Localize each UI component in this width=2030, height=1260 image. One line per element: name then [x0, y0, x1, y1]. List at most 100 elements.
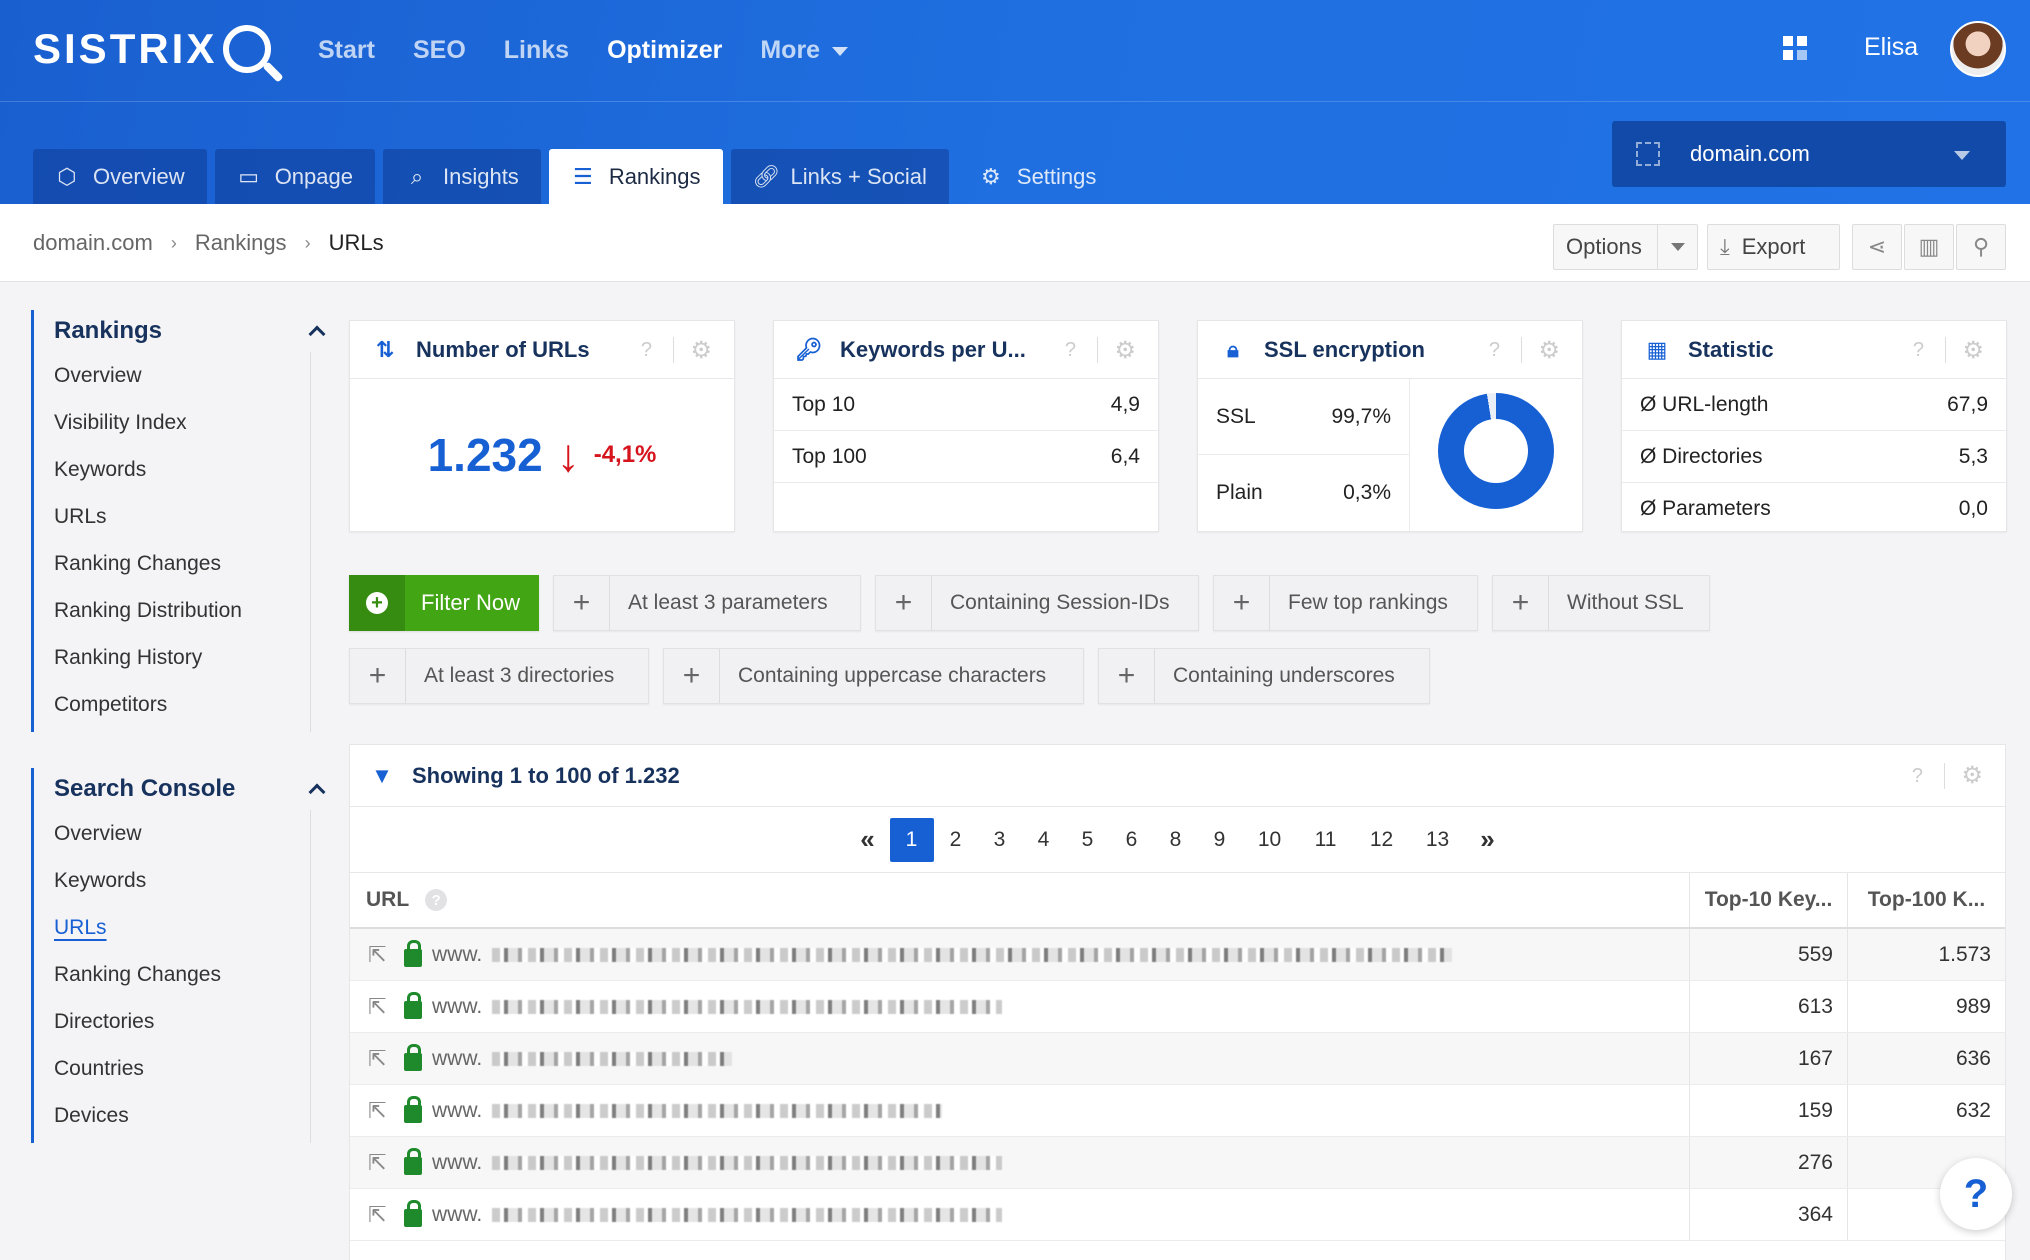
sidebar-item-ranking-changes[interactable]: Ranking Changes — [54, 540, 310, 587]
project-select[interactable]: domain.com — [1612, 121, 2006, 187]
external-link-icon[interactable]: ⇱ — [368, 1098, 394, 1124]
sidebar-item-sc-countries[interactable]: Countries — [54, 1045, 310, 1092]
page-button[interactable]: 8 — [1154, 818, 1198, 862]
sidebar-item-keywords[interactable]: Keywords — [54, 446, 310, 493]
share-icon: ⋖ — [1867, 234, 1887, 259]
page-button[interactable]: 6 — [1110, 818, 1154, 862]
help-icon[interactable]: ? — [1913, 339, 1924, 362]
external-link-icon[interactable]: ⇱ — [368, 994, 394, 1020]
filter-chip[interactable]: + At least 3 directories — [349, 648, 649, 704]
tab-settings[interactable]: ⚙ Settings — [957, 149, 1119, 204]
help-icon[interactable]: ? — [425, 889, 448, 911]
url-text[interactable]: www. — [432, 1203, 482, 1227]
tab-onpage[interactable]: ▭ Onpage — [214, 149, 375, 204]
sidebar-section-header[interactable]: Search Console — [54, 768, 331, 810]
help-button[interactable]: ? — [1940, 1158, 2012, 1230]
sidebar-item-ranking-history[interactable]: Ranking History — [54, 634, 310, 681]
filter-chip[interactable]: + Containing Session-IDs — [875, 575, 1199, 631]
external-link-icon[interactable]: ⇱ — [368, 942, 394, 968]
nav-more[interactable]: More — [760, 36, 849, 65]
help-icon[interactable]: ? — [1912, 765, 1923, 788]
sidebar-item-sc-overview[interactable]: Overview — [54, 810, 310, 857]
sidebar-item-visibility-index[interactable]: Visibility Index — [54, 399, 310, 446]
breadcrumb-domain[interactable]: domain.com — [33, 230, 153, 256]
gear-icon[interactable]: ⚙ — [1961, 761, 1983, 790]
sidebar-item-sc-directories[interactable]: Directories — [54, 998, 310, 1045]
sidebar-item-sc-urls[interactable]: URLs — [54, 904, 310, 951]
options-dropdown-toggle[interactable] — [1657, 225, 1697, 269]
page-button[interactable]: 11 — [1298, 818, 1354, 862]
filter-chip[interactable]: + Containing uppercase characters — [663, 648, 1084, 704]
help-icon[interactable]: ? — [1489, 339, 1500, 362]
gear-icon[interactable]: ⚙ — [690, 336, 712, 365]
stat-label: Ø URL-length — [1640, 392, 1769, 416]
username[interactable]: Elisa — [1864, 33, 1918, 62]
page-button[interactable]: 9 — [1198, 818, 1242, 862]
page-button[interactable]: 4 — [1022, 818, 1066, 862]
filter-chip[interactable]: + Containing underscores — [1098, 648, 1430, 704]
gear-icon[interactable]: ⚙ — [1962, 336, 1984, 365]
sistrix-logo[interactable]: SISTRIX — [33, 25, 272, 73]
book-button[interactable]: ▥ — [1904, 224, 1954, 270]
arrow-down-icon: ↓ — [556, 429, 580, 481]
sidebar-section-header[interactable]: Rankings — [54, 310, 331, 352]
sidebar-item-urls[interactable]: URLs — [54, 493, 310, 540]
caret-down-icon — [1670, 243, 1685, 251]
stat-value: 0,0 — [1958, 497, 1988, 520]
page-button[interactable]: 10 — [1242, 818, 1298, 862]
sort-icon: ⇅ — [375, 336, 395, 362]
chevron-up-icon — [308, 325, 326, 343]
sidebar-item-sc-ranking-changes[interactable]: Ranking Changes — [54, 951, 310, 998]
avatar[interactable] — [1950, 21, 2006, 77]
url-text[interactable]: www. — [432, 995, 482, 1019]
nav-optimizer[interactable]: Optimizer — [607, 36, 722, 65]
tab-links-social[interactable]: 🔗︎ Links + Social — [730, 149, 949, 204]
filter-chip[interactable]: + Without SSL — [1492, 575, 1710, 631]
tab-overview[interactable]: ⬡ Overview — [33, 149, 207, 204]
sidebar-item-competitors[interactable]: Competitors — [54, 681, 310, 728]
help-icon[interactable]: ? — [1065, 339, 1076, 362]
sidebar-item-sc-keywords[interactable]: Keywords — [54, 857, 310, 904]
url-text[interactable]: www. — [432, 943, 482, 967]
export-button[interactable]: ⤓ Export — [1707, 224, 1840, 270]
table-row: ⇱ www. 613 989 — [350, 981, 2005, 1033]
page-last[interactable]: » — [1466, 818, 1510, 862]
column-url[interactable]: URL? — [350, 873, 1689, 927]
book-icon: ▥ — [1918, 234, 1940, 259]
breadcrumb-rankings[interactable]: Rankings — [195, 230, 287, 256]
filter-chip[interactable]: + At least 3 parameters — [553, 575, 861, 631]
person-button[interactable]: ⚲ — [1956, 224, 2006, 270]
nav-start[interactable]: Start — [318, 36, 375, 65]
gear-icon[interactable]: ⚙ — [1538, 336, 1560, 365]
sidebar-item-ranking-distribution[interactable]: Ranking Distribution — [54, 587, 310, 634]
gear-icon[interactable]: ⚙ — [1114, 336, 1136, 365]
page-button[interactable]: 1 — [889, 817, 934, 862]
nav-links[interactable]: Links — [504, 36, 569, 65]
external-link-icon[interactable]: ⇱ — [368, 1046, 394, 1072]
page-button[interactable]: 5 — [1066, 818, 1110, 862]
tab-rankings[interactable]: ☰ Rankings — [548, 149, 723, 204]
external-link-icon[interactable]: ⇱ — [368, 1150, 394, 1176]
nav-seo[interactable]: SEO — [413, 36, 466, 65]
page-button[interactable]: 3 — [978, 818, 1022, 862]
sidebar-item-overview[interactable]: Overview — [54, 352, 310, 399]
filter-chip[interactable]: + Few top rankings — [1213, 575, 1478, 631]
help-icon[interactable]: ? — [641, 339, 652, 362]
column-top100[interactable]: Top-100 K... — [1847, 873, 2005, 927]
apps-grid-icon[interactable] — [1783, 36, 1807, 60]
page-first[interactable]: « — [846, 818, 890, 862]
share-button[interactable]: ⋖ — [1852, 224, 1902, 270]
tab-insights[interactable]: ⌕ Insights — [382, 149, 541, 204]
page-button[interactable]: 13 — [1410, 818, 1466, 862]
url-text[interactable]: www. — [432, 1099, 482, 1123]
url-text[interactable]: www. — [432, 1151, 482, 1175]
box-header: 🔒︎ SSL encryption ? ⚙ — [1198, 321, 1582, 379]
filter-now-button[interactable]: + Filter Now — [349, 575, 539, 631]
options-button[interactable]: Options — [1553, 224, 1698, 270]
url-text[interactable]: www. — [432, 1047, 482, 1071]
page-button[interactable]: 12 — [1354, 818, 1410, 862]
page-button[interactable]: 2 — [934, 818, 978, 862]
column-top10[interactable]: Top-10 Key... — [1689, 873, 1847, 927]
sidebar-item-sc-devices[interactable]: Devices — [54, 1092, 310, 1139]
external-link-icon[interactable]: ⇱ — [368, 1202, 394, 1228]
